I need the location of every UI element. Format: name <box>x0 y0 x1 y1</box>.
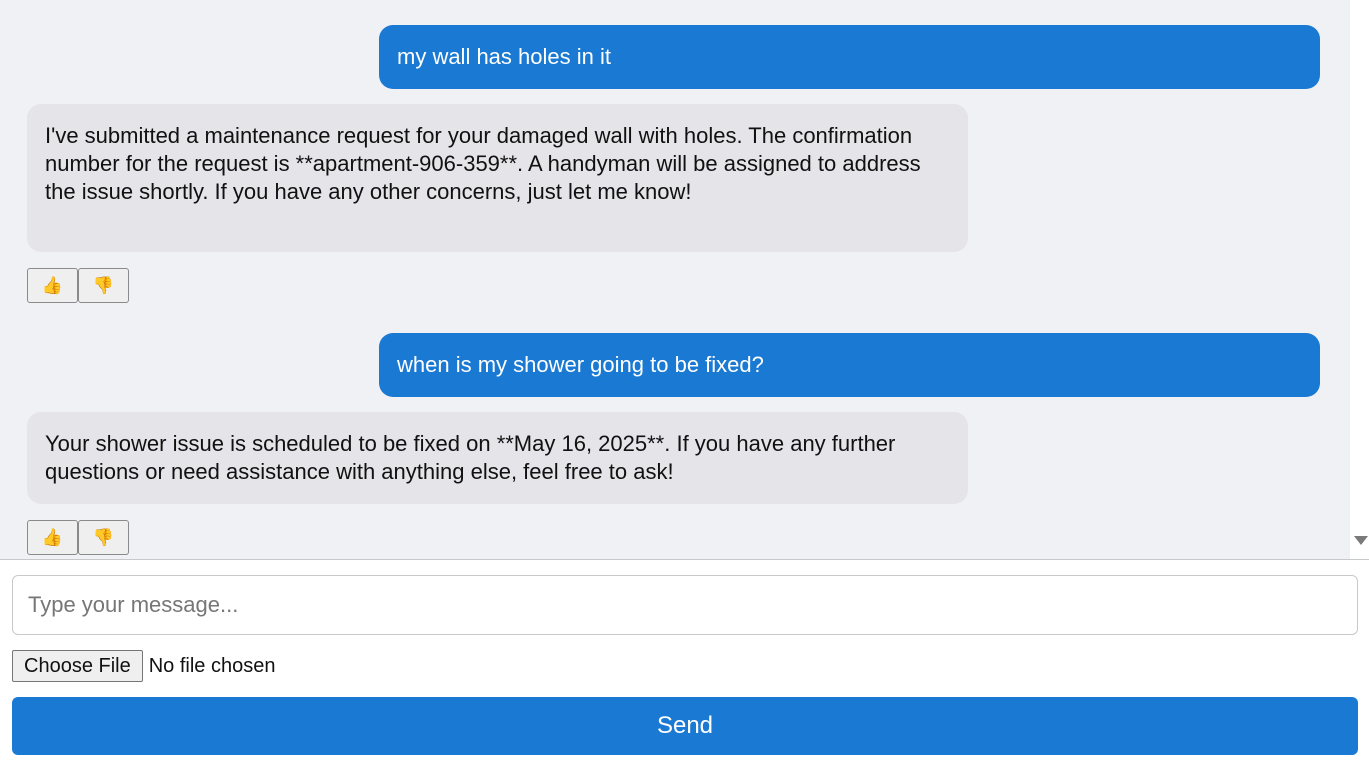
message-text: I've submitted a maintenance request for… <box>45 123 921 204</box>
thumbs-up-icon: 👍 <box>41 527 64 547</box>
choose-file-button[interactable]: Choose File <box>12 650 143 682</box>
send-button[interactable]: Send <box>12 697 1358 755</box>
feedback-buttons: 👍 👎 <box>27 268 129 303</box>
thumbs-down-button[interactable]: 👎 <box>78 520 129 555</box>
send-button-label: Send <box>656 712 714 739</box>
scroll-down-arrow-icon[interactable] <box>1354 536 1368 545</box>
chat-history[interactable]: my wall has holes in it I've submitted a… <box>0 0 1350 559</box>
composer-divider <box>0 559 1369 560</box>
thumbs-up-icon: 👍 <box>41 275 64 295</box>
user-message: my wall has holes in it <box>379 25 1320 89</box>
thumbs-up-button[interactable]: 👍 <box>27 268 78 303</box>
thumbs-down-button[interactable]: 👎 <box>78 268 129 303</box>
assistant-message: Your shower issue is scheduled to be fix… <box>27 412 968 504</box>
chat-scrollbar[interactable] <box>1350 0 1369 559</box>
user-message: when is my shower going to be fixed? <box>379 333 1320 397</box>
thumbs-down-icon: 👎 <box>92 527 115 547</box>
file-status: No file chosen <box>148 654 276 677</box>
message-text: when is my shower going to be fixed? <box>397 352 764 377</box>
file-picker: Choose File No file chosen <box>12 650 275 682</box>
thumbs-down-icon: 👎 <box>92 275 115 295</box>
message-text: Your shower issue is scheduled to be fix… <box>45 431 896 484</box>
thumbs-up-button[interactable]: 👍 <box>27 520 78 555</box>
feedback-buttons: 👍 👎 <box>27 520 129 555</box>
assistant-message: I've submitted a maintenance request for… <box>27 104 968 252</box>
message-input[interactable] <box>12 575 1358 635</box>
message-text: my wall has holes in it <box>397 44 611 69</box>
